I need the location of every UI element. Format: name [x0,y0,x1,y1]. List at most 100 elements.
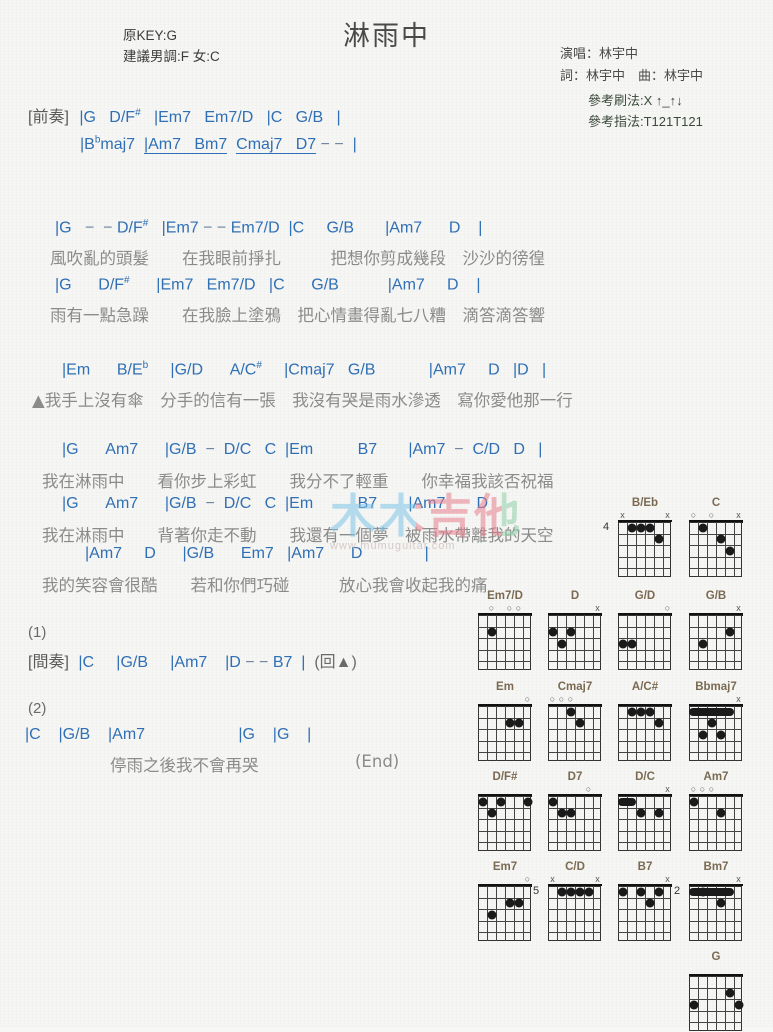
string-markers: ○ ○ ○ [684,784,748,794]
chorus1-lyrics: 我在淋雨中 看你步上彩虹 我分不了輕重 你幸福我該否祝福 [42,472,554,491]
finger-dot [487,808,496,818]
open-string-icon: ○ [488,603,495,613]
chord-diagram-name: B7 [637,861,653,873]
string-markers [684,964,748,974]
finger-dot [698,730,707,740]
open-string-icon: ○ [506,603,513,613]
finger-dot [487,627,496,637]
finger-dot [487,910,496,920]
fretboard-grid [478,794,532,852]
finger-dot [514,898,523,908]
fretboard-grid [548,884,602,942]
chorus3-lyrics: 我的笑容會很酷 若和你們巧碰 放心我會收起我的痛 [42,576,488,595]
fretboard-grid [689,884,743,942]
string-markers: ○ [473,694,537,704]
open-string-icon: ○ [708,510,715,520]
string-markers: ○ ○ ○ [543,694,607,704]
fretboard-grid [618,613,672,671]
muted-string-icon: x [736,694,741,704]
finger-dot [514,718,523,728]
finger-dot [716,730,725,740]
finger-dot [707,718,716,728]
fretboard-grid [548,704,602,762]
finger-dot [725,988,734,998]
string-markers: x [613,874,677,884]
chord-diagram-bbmaj7: Bbmaj7 x [684,680,748,762]
open-string-icon: ○ [549,694,556,704]
chord-diagram-name: B/Eb [631,497,659,509]
chord-diagram-b7: B7 x [613,860,677,942]
reference-info: 參考刷法:X ↑_↑↓ 參考指法:T121T121 [588,90,703,132]
chord-diagram-a-c-: A/C# [613,680,677,762]
string-markers: x [684,874,748,884]
muted-string-icon: x [595,874,600,884]
string-markers [613,694,677,704]
muted-string-icon: x [665,510,670,520]
muted-string-icon: x [595,603,600,613]
finger-dot [566,808,575,818]
chord-diagram-d-f-: D/F# [473,770,537,852]
fretboard-grid [478,884,532,942]
chord-diagram-name: D7 [567,771,583,783]
chord-diagram-name: Em [496,681,514,693]
original-key: 原KEY:G [123,28,178,43]
finger-dot [584,887,593,897]
chorus2-lyrics: 我在淋雨中 背著你走不動 我還有一個夢 被雨水帶離我的天空 [42,526,554,545]
singer-credit: 演唱：林宇中 [560,46,639,61]
finger-dot [496,797,505,807]
string-markers: x [543,603,607,613]
chord-diagram-name: G/D [634,590,656,602]
chord-diagram-bm7: Bm7 x 2 [674,860,748,942]
muted-string-icon: x [665,784,670,794]
end-mark: (End) [355,752,400,771]
finger-dot [557,639,566,649]
string-markers: ○ ○ ○ [473,603,537,613]
finger-dot [645,898,654,908]
string-markers: xx [543,874,607,884]
finger-dot [636,887,645,897]
open-string-icon: ○ [699,784,706,794]
muted-string-icon: x [550,874,555,884]
string-markers: ○ ○ x [684,510,748,520]
verse1-lyrics: 風吹亂的頭髮 在我眼前掙扎 把想你剪成幾段 沙沙的徬徨 [50,249,545,268]
chord-diagram-g: G [684,950,748,1032]
fretboard-grid [618,884,672,942]
fretboard-grid [689,974,743,1032]
finger-dot [654,808,663,818]
intro-chords-2: |Bbmaj7 |Am7 Bm7 Cmaj7 D7 − − | [80,135,357,155]
verse2-lyrics: 雨有一點急躁 在我臉上塗鴉 把心情畫得亂七八糟 滴答滴答響 [50,306,545,325]
chord-diagram-d7: D7 ○ [543,770,607,852]
key-info: 原KEY:G 建議男調:F 女:C [123,25,220,67]
chord-diagram-c-d: C/D x x 5 [533,860,607,942]
open-string-icon: ○ [690,510,697,520]
chorus1-chords: |G Am7 |G/B − D/C C |Em B7 |Am7 − C/D D … [62,441,543,458]
fretboard-grid [618,704,672,762]
chord-diagram-name: D/F# [492,771,518,783]
chord-diagram-name: G [711,951,721,963]
muted-string-icon: x [736,874,741,884]
verse3-chords: |Em B/Eb |G/D A/C# |Cmaj7 G/B |Am7 D |D … [62,360,547,379]
finger-dot [627,707,636,717]
fretboard-grid [548,794,602,852]
chord-diagram-name: G/B [705,590,727,602]
intro-label: [前奏] [28,109,69,126]
chord-diagram-d-c: D/C x [613,770,677,852]
finger-dot [645,523,654,533]
open-string-icon: ○ [524,694,531,704]
open-string-icon: ○ [585,784,592,794]
finger-dot [548,627,557,637]
finger-dot [636,707,645,717]
finger-dot [618,639,627,649]
finger-dot [716,898,725,908]
finger-dot [566,627,575,637]
fretboard-grid [478,613,532,671]
fretboard-grid [689,794,743,852]
finger-dot [698,523,707,533]
string-markers: x [684,603,748,613]
chord-diagram-name: D [570,590,580,602]
suggested-key: 建議男調:F 女:C [123,49,220,64]
open-string-icon: ○ [708,784,715,794]
chord-diagram-name: Bm7 [703,861,729,873]
open-string-icon: ○ [664,603,671,613]
chord-diagram-em7-d: Em7/D ○ ○ ○ [473,589,537,671]
